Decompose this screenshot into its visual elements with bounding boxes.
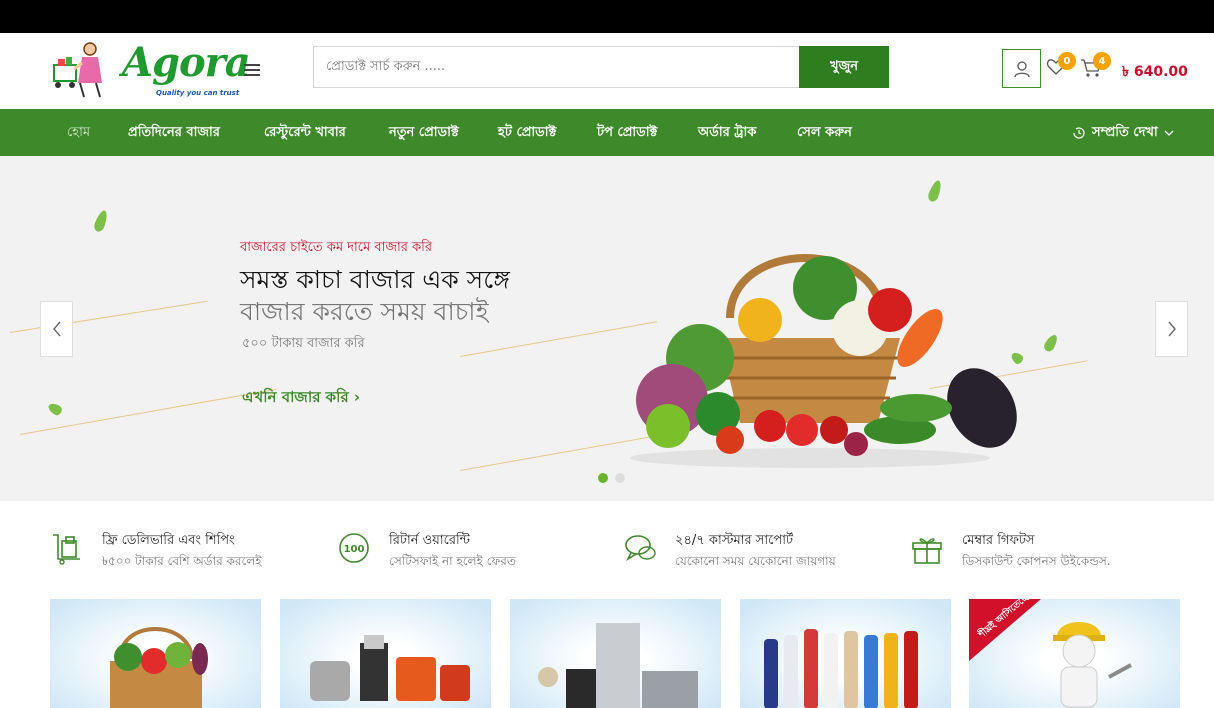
category-card-electronics[interactable] — [510, 599, 721, 708]
agora-logo[interactable]: Agora Quality you can trust — [50, 39, 251, 101]
cart-count-badge: 4 — [1093, 52, 1111, 70]
nav-item-daily-market[interactable]: প্রতিদিনের বাজার — [128, 109, 220, 156]
vegetables-basket-icon — [110, 627, 208, 708]
feature-desc: যেকোনো সময় যেকোনো জায়গায় — [675, 554, 836, 568]
account-button[interactable] — [1002, 49, 1041, 88]
logo-tagline: Quality you can trust — [156, 89, 240, 97]
category-card-kitchen[interactable] — [280, 599, 491, 708]
feature-desc: ডিসকাউন্ট কোপনস উইকেন্ডস. — [962, 554, 1111, 568]
nav-item-restaurant-food[interactable]: রেস্টুরেন্ট খাবার — [264, 109, 346, 156]
recently-viewed-dropdown[interactable]: সম্প্রতি দেখা — [1072, 109, 1174, 156]
slider-dots — [598, 473, 625, 483]
return-warranty-icon: 100 — [339, 533, 369, 563]
vegetable-basket-image — [630, 254, 1017, 468]
hero-slider: বাজারের চাইতে কম দামে বাজার করি সমস্ত কা… — [0, 156, 1214, 501]
nav-item-new-products[interactable]: নতুন প্রোডাক্ট — [389, 109, 459, 156]
history-icon — [1073, 126, 1085, 139]
hero-subtitle: বাজারের চাইতে কম দামে বাজার করি — [240, 240, 432, 255]
wishlist-count-badge: 0 — [1058, 52, 1076, 70]
category-card-grocery[interactable] — [50, 599, 261, 708]
kitchen-appliances-icon — [310, 635, 470, 701]
site-header: Agora Quality you can trust প্রোডাক্ট সা… — [0, 33, 1214, 109]
gift-icon — [912, 538, 942, 564]
chevron-left-icon — [52, 321, 61, 337]
support-chat-icon — [625, 535, 656, 562]
category-banners: শীঘ্রই আসিতেছে — [0, 599, 1214, 708]
nav-item-hot-products[interactable]: হট প্রোডাক্ট — [498, 109, 556, 156]
leaf-decor — [1042, 332, 1060, 354]
feature-desc: ৳৫০০ টাকার বেশি অর্ডার করলেই — [102, 554, 262, 568]
nav-item-sell[interactable]: সেল করুন — [797, 109, 852, 156]
leaf-decor — [926, 178, 944, 204]
category-card-cosmetics[interactable] — [740, 599, 951, 708]
category-card-services[interactable]: শীঘ্রই আসিতেছে — [969, 599, 1180, 708]
hero-title-secondary: বাজার করতে সময় বাচাই — [240, 297, 489, 326]
cart-total[interactable]: ৳ 640.00 — [1122, 60, 1188, 84]
feature-return-warranty: 100 রিটার্ন ওয়ারেন্টি সেটিসফাই না হলেই … — [337, 529, 587, 579]
slider-prev-button[interactable] — [40, 301, 73, 357]
feature-title: মেম্বার গিফটস — [962, 533, 1035, 548]
nav-item-home[interactable]: হোম — [67, 109, 90, 156]
feature-desc: সেটিসফাই না হলেই ফেরত — [389, 554, 516, 568]
slider-dot-2[interactable] — [615, 473, 625, 483]
feature-free-delivery: ফ্রি ডেলিভারি এবং শিপিং ৳৫০০ টাকার বেশি … — [50, 529, 310, 579]
leaf-decor — [46, 401, 64, 417]
chevron-right-icon — [1167, 321, 1176, 337]
cosmetics-icon — [764, 629, 918, 708]
feature-title: রিটার্ন ওয়ারেন্টি — [389, 533, 470, 548]
top-bar — [0, 0, 1214, 33]
electronics-icon — [538, 623, 698, 708]
slider-dot-1[interactable] — [598, 473, 608, 483]
feature-member-gifts: মেম্বার গিফটস ডিসকাউন্ট কোপনস উইকেন্ডস. — [910, 529, 1170, 579]
features-strip: ফ্রি ডেলিভারি এবং শিপিং ৳৫০০ টাকার বেশি … — [0, 501, 1214, 599]
logo-wordmark: Agora — [122, 39, 251, 86]
menu-icon[interactable] — [244, 64, 260, 76]
delivery-icon — [53, 534, 80, 565]
hero-description: ৫০০ টাকায় বাজার করি — [242, 336, 365, 351]
nav-item-top-products[interactable]: টপ প্রোডাক্ট — [597, 109, 657, 156]
recently-viewed-label: সম্প্রতি দেখা — [1092, 125, 1158, 140]
feature-customer-support: ২৪/৭ কাস্টমার সাপোর্ট যেকোনো সময় যেকোনো… — [623, 529, 883, 579]
slider-next-button[interactable] — [1155, 301, 1188, 357]
search-input[interactable]: প্রোডাক্ট সার্চ করুন ..... — [313, 46, 799, 88]
shop-now-link[interactable]: এখনি বাজার করি › — [242, 386, 360, 411]
feature-title: ২৪/৭ কাস্টমার সাপোর্ট — [675, 533, 794, 548]
svg-text:100: 100 — [344, 544, 365, 555]
leaf-decor — [92, 208, 110, 234]
search-button[interactable]: খুজুন — [799, 46, 889, 88]
shopper-mascot-icon — [53, 42, 102, 98]
main-nav: হোম প্রতিদিনের বাজার রেস্টুরেন্ট খাবার ন… — [0, 109, 1214, 156]
chevron-down-icon — [1164, 130, 1174, 136]
feature-title: ফ্রি ডেলিভারি এবং শিপিং — [102, 533, 235, 548]
user-icon — [1013, 60, 1030, 77]
nav-item-order-track[interactable]: অর্ডার ট্রাক — [698, 109, 756, 156]
